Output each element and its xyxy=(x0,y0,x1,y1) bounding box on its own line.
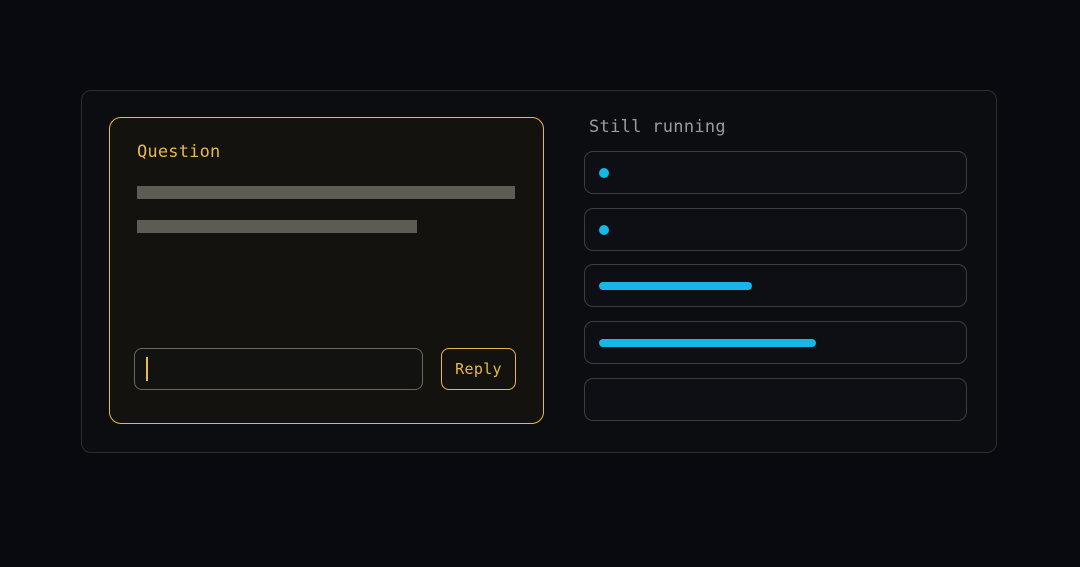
running-task-2[interactable] xyxy=(584,208,967,251)
still-running-title: Still running xyxy=(589,117,726,137)
task-progress-bar xyxy=(599,282,752,290)
running-task-5[interactable] xyxy=(584,378,967,421)
running-task-3[interactable] xyxy=(584,264,967,307)
status-dot-icon xyxy=(599,168,609,178)
running-task-1[interactable] xyxy=(584,151,967,194)
reply-input[interactable] xyxy=(134,348,423,390)
question-title: Question xyxy=(137,142,221,162)
reply-button[interactable]: Reply xyxy=(441,348,516,390)
task-progress-bar xyxy=(599,339,816,347)
question-text-placeholder-line-1 xyxy=(137,186,515,199)
question-text-placeholder-line-2 xyxy=(137,220,417,233)
text-cursor xyxy=(146,357,148,381)
status-dot-icon xyxy=(599,225,609,235)
running-task-4[interactable] xyxy=(584,321,967,364)
